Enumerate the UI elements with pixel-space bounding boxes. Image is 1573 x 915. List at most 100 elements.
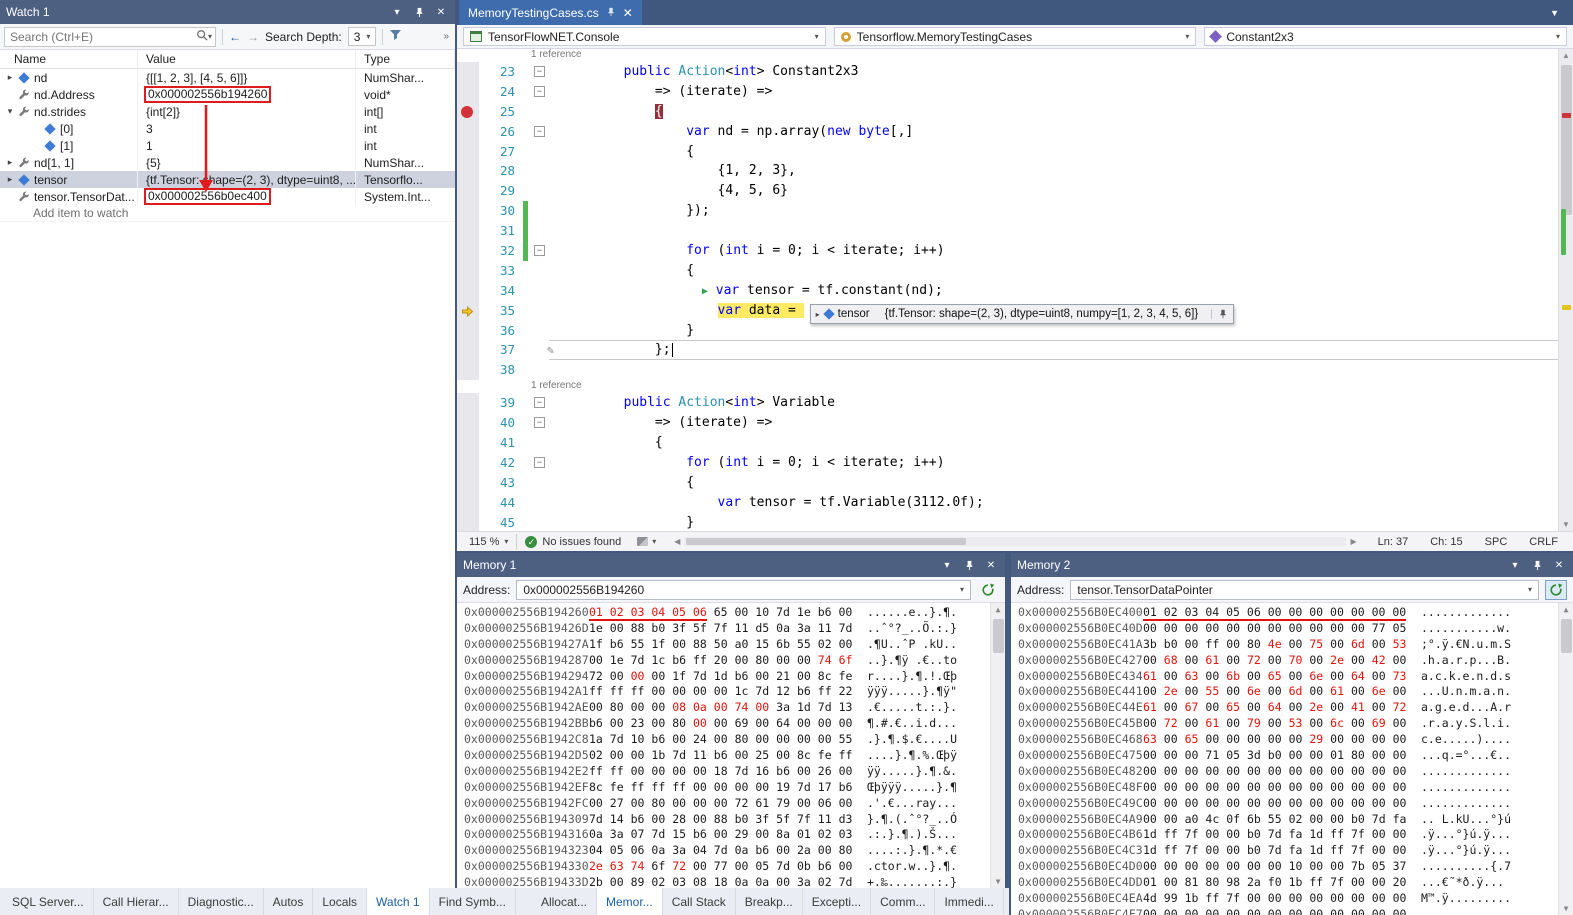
watch-titlebar[interactable]: Watch 1 ▾ ✕ [0, 0, 455, 24]
tab-pin-icon[interactable] [606, 6, 616, 20]
window-position-icon[interactable]: ▾ [939, 557, 955, 573]
tool-tab-find-symb[interactable]: Find Symb... [430, 888, 516, 915]
codelens-references[interactable]: 1 reference [457, 49, 582, 62]
toolbar-overflow-button[interactable]: » [443, 31, 451, 42]
watch-row[interactable]: tensor.TensorDat...0x000002556b0ec400Sys… [0, 188, 455, 205]
member-dropdown[interactable]: Constant2x3 ▾ [1204, 27, 1567, 46]
code-line[interactable]: 31 [457, 221, 1558, 241]
scrollbar-thumb[interactable] [993, 619, 1004, 653]
code-line[interactable]: 41 { [457, 433, 1558, 453]
code-line[interactable]: 27 { [457, 142, 1558, 162]
expander-icon[interactable]: ▾ [4, 106, 16, 117]
fold-collapse-button[interactable]: − [534, 126, 545, 137]
pin-icon[interactable] [1211, 309, 1228, 319]
tab-close-icon[interactable]: ✕ [623, 6, 633, 20]
column-header-name[interactable]: Name [0, 50, 138, 68]
close-icon[interactable]: ✕ [983, 557, 999, 573]
code-line[interactable]: 26− var nd = np.array(new byte[,] [457, 122, 1558, 142]
editor-horizontal-scrollbar[interactable]: ◀ ▶ [674, 537, 1356, 546]
tool-tab-diagnostic[interactable]: Diagnostic... [179, 888, 264, 915]
tool-tab-output[interactable]: Output [1004, 888, 1009, 915]
code-line[interactable]: 40− => (iterate) => [457, 413, 1558, 433]
code-area[interactable]: 1 reference23− public Action<int> Consta… [457, 49, 1558, 531]
tool-tab-immedi[interactable]: Immedi... [935, 888, 1003, 915]
tool-tab-watch-1[interactable]: Watch 1 [367, 888, 430, 915]
code-line[interactable]: 43 { [457, 473, 1558, 493]
code-line[interactable]: 30 }); [457, 201, 1558, 221]
refresh-icon[interactable] [977, 580, 999, 600]
memory1-titlebar[interactable]: Memory 1 ▾ ✕ [457, 553, 1005, 577]
zoom-select[interactable]: 115 % ▾ [461, 536, 516, 548]
column-header-type[interactable]: Type [356, 50, 455, 68]
class-dropdown[interactable]: Tensorflow.MemoryTestingCases ▾ [834, 27, 1197, 46]
pin-icon[interactable] [961, 557, 977, 573]
tab-memorytestingcases[interactable]: MemoryTestingCases.cs ✕ [459, 0, 642, 25]
code-line[interactable]: 23− public Action<int> Constant2x3 [457, 62, 1558, 82]
document-health-indicator[interactable]: ✓ No issues found [517, 536, 629, 548]
scroll-down-icon[interactable]: ▼ [1559, 904, 1573, 913]
scroll-up-icon[interactable]: ▲ [1559, 605, 1573, 614]
watch-row[interactable]: ▾nd.strides{int[2]}int[] [0, 103, 455, 120]
close-icon[interactable]: ✕ [433, 4, 449, 20]
pin-icon[interactable] [411, 4, 427, 20]
search-next-button[interactable]: → [247, 31, 259, 43]
column-header-value[interactable]: Value [138, 50, 356, 68]
tool-tab-comm[interactable]: Comm... [871, 888, 935, 915]
memory2-scrollbar[interactable]: ▲ ▼ [1558, 603, 1573, 915]
fold-collapse-button[interactable]: − [534, 245, 545, 256]
code-line[interactable]: 24− => (iterate) => [457, 82, 1558, 102]
tool-tab-memor[interactable]: Memor... [597, 888, 663, 915]
code-line[interactable]: 25 { [457, 102, 1558, 122]
fold-collapse-button[interactable]: − [534, 417, 545, 428]
close-icon[interactable]: ✕ [1551, 557, 1567, 573]
expander-icon[interactable]: ▸ [816, 310, 820, 319]
scroll-left-icon[interactable]: ◀ [674, 537, 680, 546]
expander-icon[interactable]: ▸ [4, 157, 16, 168]
fold-collapse-button[interactable]: − [534, 457, 545, 468]
window-position-icon[interactable]: ▾ [389, 4, 405, 20]
project-dropdown[interactable]: TensorFlowNET.Console ▾ [463, 27, 826, 46]
hscroll-track[interactable] [684, 537, 1346, 546]
window-position-icon[interactable]: ▾ [1507, 557, 1523, 573]
scroll-up-icon[interactable]: ▲ [991, 605, 1005, 614]
code-line[interactable]: 33 { [457, 261, 1558, 281]
watch-row[interactable]: ▸nd[1, 1]{5}NumShar... [0, 154, 455, 171]
watch-row[interactable]: nd.Address0x000002556b194260void* [0, 86, 455, 103]
editor-vertical-scrollbar[interactable]: ▲ ▼ [1558, 49, 1573, 531]
code-line[interactable]: 29 {4, 5, 6} [457, 181, 1558, 201]
watch-row[interactable]: [1]1int [0, 137, 455, 154]
memory1-address-combo[interactable]: 0x000002556B194260 ▾ [516, 580, 971, 600]
tool-tab-excepti[interactable]: Excepti... [803, 888, 871, 915]
search-icon[interactable] [196, 29, 208, 44]
expander-icon[interactable]: ▸ [4, 72, 16, 83]
code-line[interactable]: 42− for (int i = 0; i < iterate; i++) [457, 453, 1558, 473]
pin-icon[interactable] [1529, 557, 1545, 573]
breakpoint-icon[interactable] [461, 106, 473, 118]
scrollbar-thumb[interactable] [1561, 619, 1572, 653]
memory2-rows[interactable]: 0x000002556B0EC40001 02 03 04 05 06 00 0… [1011, 605, 1558, 915]
code-cleanup-button[interactable]: ▾ [629, 537, 664, 546]
add-watch-row[interactable]: Add item to watch [0, 205, 455, 222]
memory2-address-combo[interactable]: tensor.TensorDataPointer ▾ [1070, 580, 1539, 600]
watch-row[interactable]: [0]3int [0, 120, 455, 137]
memory2-titlebar[interactable]: Memory 2 ▾ ✕ [1011, 553, 1573, 577]
scrollbar-thumb[interactable] [1561, 65, 1572, 215]
memory1-rows[interactable]: 0x000002556B19426001 02 03 04 05 06 65 0… [457, 605, 990, 888]
scroll-up-icon[interactable]: ▲ [1559, 51, 1573, 60]
tool-tab-sql-server[interactable]: SQL Server... [3, 888, 94, 915]
search-prev-button[interactable]: ← [229, 31, 241, 43]
search-input[interactable] [8, 29, 196, 45]
code-line[interactable]: 35 var data = ▸tensor{tf.Tensor: shape=(… [457, 301, 1558, 321]
tool-tab-call-stack[interactable]: Call Stack [663, 888, 736, 915]
fold-collapse-button[interactable]: − [534, 66, 545, 77]
memory1-scrollbar[interactable]: ▲ ▼ [990, 603, 1005, 888]
hscroll-thumb[interactable] [686, 538, 966, 545]
code-line[interactable]: 37✎ }; [457, 340, 1558, 360]
tool-tab-breakp[interactable]: Breakp... [736, 888, 803, 915]
scroll-down-icon[interactable]: ▼ [991, 877, 1005, 886]
fold-collapse-button[interactable]: − [534, 86, 545, 97]
scroll-down-icon[interactable]: ▼ [1559, 520, 1573, 529]
tool-tab-locals[interactable]: Locals [313, 888, 367, 915]
watch-search[interactable]: ▾ [4, 27, 216, 47]
search-depth-select[interactable]: 3 ▾ [348, 27, 377, 46]
